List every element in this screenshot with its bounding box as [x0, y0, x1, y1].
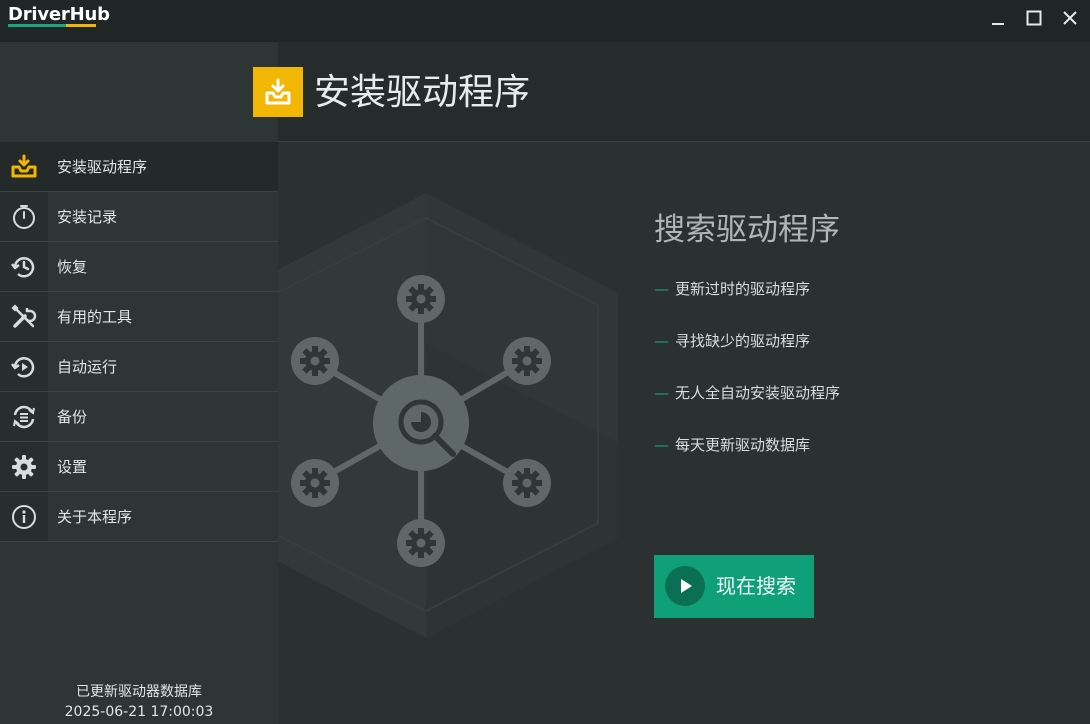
- stopwatch-icon: [0, 192, 48, 241]
- sidebar-item-install-history[interactable]: 安装记录: [0, 192, 278, 242]
- gear-node-icon: [397, 519, 445, 567]
- sidebar-item-autorun[interactable]: 自动运行: [0, 342, 278, 392]
- play-icon: [665, 566, 705, 606]
- sidebar-top: [0, 42, 278, 142]
- database-status: 已更新驱动器数据库 2025-06-21 17:00:03: [0, 682, 278, 722]
- database-status-time: 2025-06-21 17:00:03: [64, 704, 214, 720]
- feature-item: — 寻找缺少的驱动程序: [654, 332, 811, 350]
- gear-node-icon: [291, 337, 339, 385]
- scan-now-button[interactable]: 现在搜索: [654, 555, 814, 618]
- search-drivers-title: 搜索驱动程序: [654, 212, 840, 248]
- minimize-icon: [992, 23, 1004, 25]
- sidebar-item-label: 设置: [57, 458, 88, 476]
- info-icon: [0, 492, 48, 541]
- sidebar-item-label: 有用的工具: [57, 308, 133, 326]
- tools-icon: [0, 292, 48, 341]
- backup-icon: [0, 392, 48, 441]
- app-logo: DriverHub: [8, 4, 110, 25]
- minimize-button[interactable]: [984, 6, 1012, 30]
- title-bar: DriverHub: [0, 0, 1090, 42]
- sidebar-item-about[interactable]: 关于本程序: [0, 492, 278, 542]
- gear-node-icon: [397, 275, 445, 323]
- maximize-icon: [1026, 10, 1042, 26]
- maximize-button[interactable]: [1020, 6, 1048, 30]
- sidebar-item-label: 关于本程序: [57, 508, 133, 526]
- sidebar-item-restore[interactable]: 恢复: [0, 242, 278, 292]
- gear-node-icon: [291, 459, 339, 507]
- close-icon: [1063, 11, 1077, 25]
- sidebar-item-label: 安装驱动程序: [57, 158, 148, 176]
- autorun-icon: [0, 342, 48, 391]
- logo-underline: [8, 24, 96, 27]
- sidebar-item-tools[interactable]: 有用的工具: [0, 292, 278, 342]
- sidebar-item-label: 自动运行: [57, 358, 118, 376]
- sidebar-item-backup[interactable]: 备份: [0, 392, 278, 442]
- gear-node-icon: [503, 459, 551, 507]
- gear-icon: [0, 442, 48, 491]
- sidebar: 安装驱动程序 安装记录 恢复 有用的工具 自动运行 备份 设置 关于本程序: [0, 142, 278, 724]
- scan-now-label: 现在搜索: [716, 574, 796, 598]
- page-title: 安装驱动程序: [314, 72, 531, 113]
- sidebar-item-label: 安装记录: [57, 208, 118, 226]
- install-tray-icon: [0, 142, 48, 191]
- install-tray-icon: [253, 67, 303, 117]
- sidebar-item-install-drivers[interactable]: 安装驱动程序: [0, 142, 278, 192]
- feature-item: — 更新过时的驱动程序: [654, 280, 811, 298]
- sidebar-item-label: 备份: [57, 408, 88, 426]
- gear-node-icon: [503, 337, 551, 385]
- sidebar-item-settings[interactable]: 设置: [0, 442, 278, 492]
- history-restore-icon: [0, 242, 48, 291]
- close-button[interactable]: [1056, 6, 1084, 30]
- sidebar-item-label: 恢复: [57, 258, 88, 276]
- database-status-label: 已更新驱动器数据库: [76, 684, 202, 700]
- feature-item: — 每天更新驱动数据库: [654, 436, 811, 454]
- feature-item: — 无人全自动安装驱动程序: [654, 384, 841, 402]
